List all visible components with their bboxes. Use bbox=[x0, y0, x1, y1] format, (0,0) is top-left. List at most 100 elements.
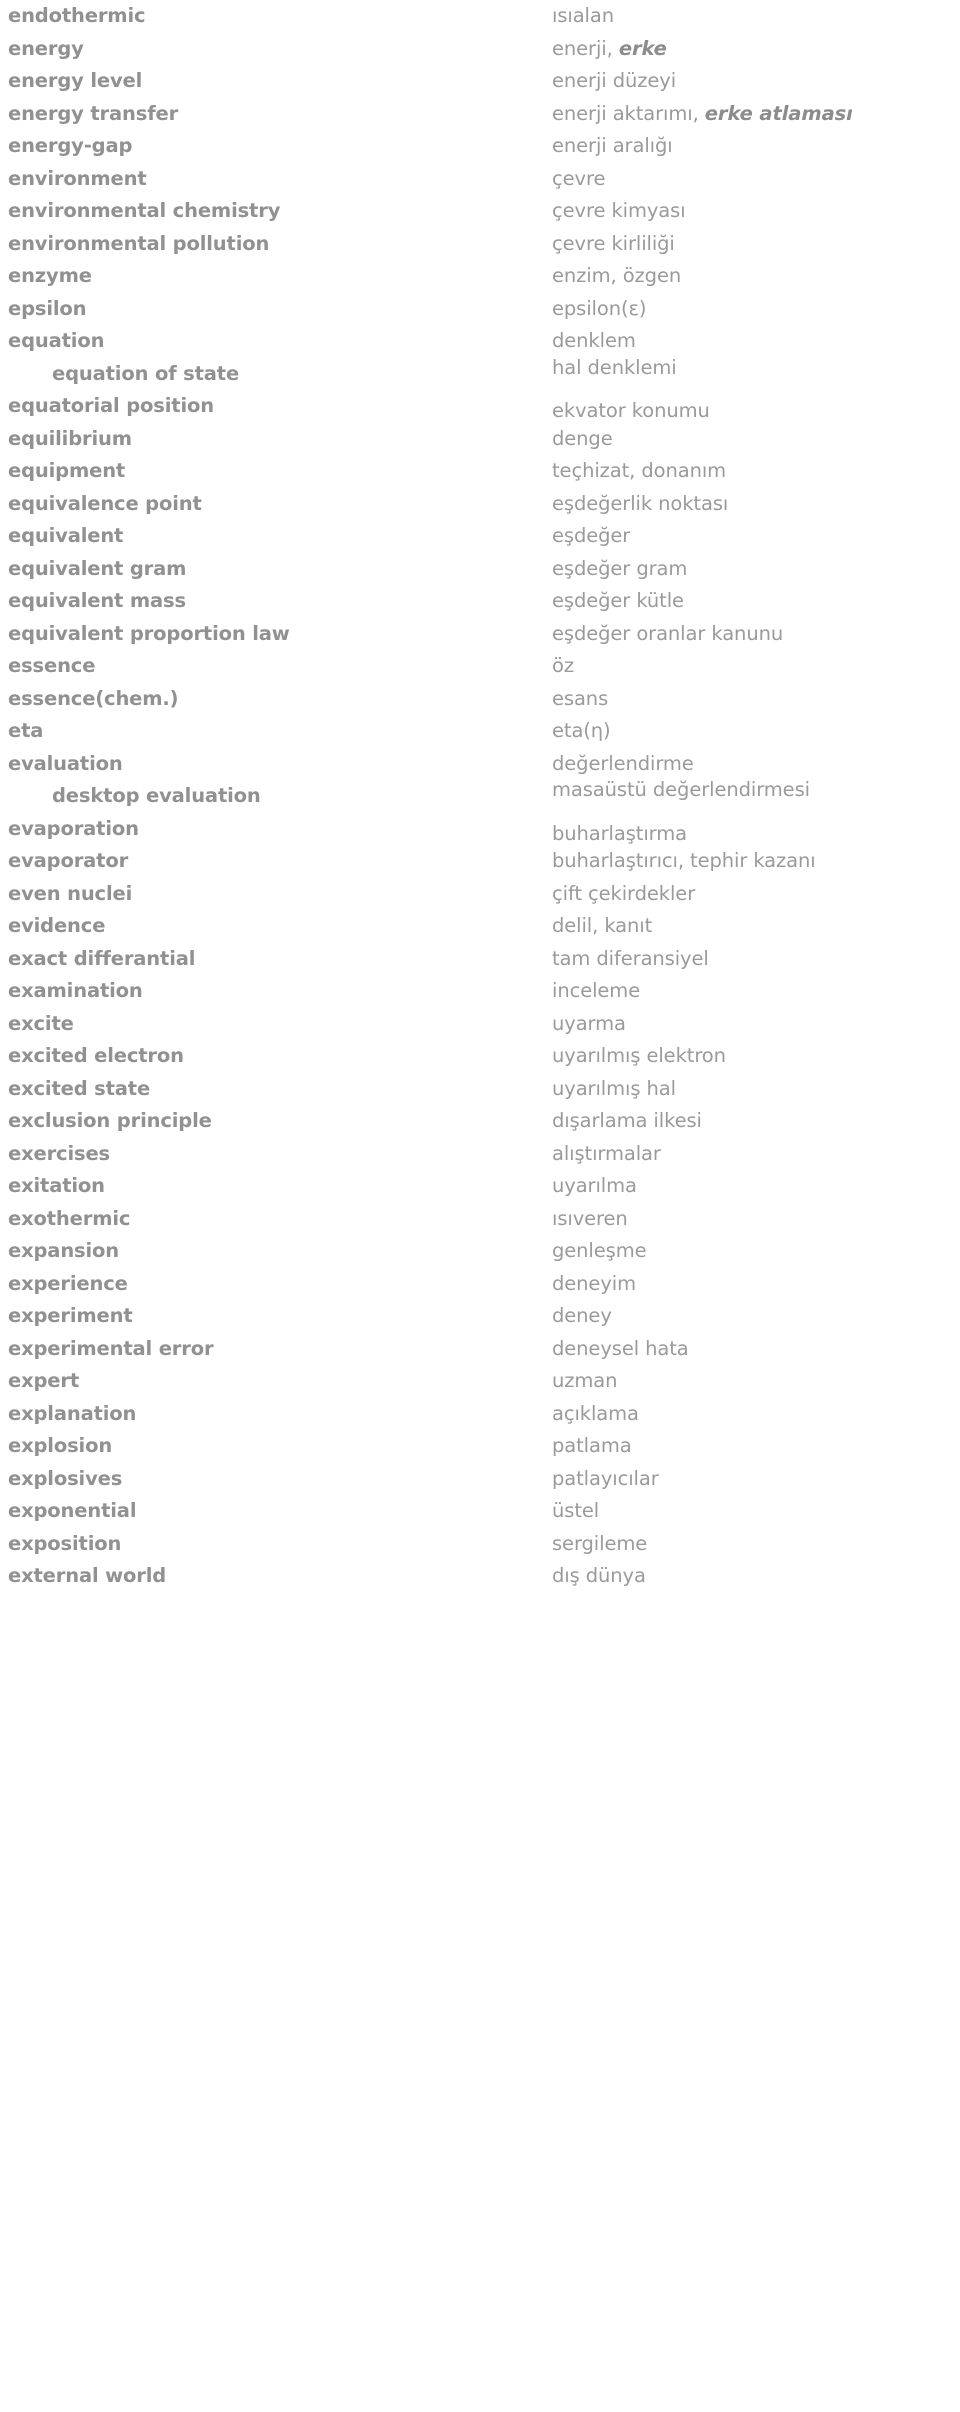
glossary-term-source: equivalent gram bbox=[8, 556, 187, 580]
glossary-row: expert uzman bbox=[0, 1365, 960, 1398]
glossary-term-source: experimental error bbox=[8, 1336, 214, 1360]
glossary-term-source: enzyme bbox=[8, 264, 92, 287]
glossary-term-target: dış dünya bbox=[552, 1564, 646, 1587]
glossary-term-target: öz bbox=[552, 654, 574, 677]
glossary-term-target: patlayıcılar bbox=[552, 1466, 659, 1490]
glossary-term-target: enerji, erke bbox=[552, 36, 667, 60]
glossary-term-source: epsilon bbox=[8, 296, 87, 320]
glossary-term-source: exponential bbox=[8, 1499, 137, 1522]
glossary-term-source: equivalent mass bbox=[8, 589, 186, 612]
glossary-row: endothermic ısıalan bbox=[0, 0, 960, 33]
glossary-term-target: uyarılmış elektron bbox=[552, 1044, 726, 1067]
glossary-row: exposition sergileme bbox=[0, 1528, 960, 1561]
glossary-list: endothermic ısıalan energy enerji, erke ener… bbox=[0, 0, 960, 2412]
glossary-term-source: explosion bbox=[8, 1434, 113, 1457]
glossary-term-target: açıklama bbox=[552, 1401, 639, 1425]
glossary-term-source: energy bbox=[8, 36, 84, 60]
glossary-row: equivalent mass eşdeğer kütle bbox=[0, 585, 960, 618]
glossary-term-source: evaporation bbox=[8, 816, 139, 840]
glossary-term-target: ısıalan bbox=[552, 4, 614, 27]
glossary-term-source: equation bbox=[8, 329, 105, 352]
glossary-term-target: eşdeğer kütle bbox=[552, 589, 684, 612]
glossary-term-target: çevre kimyası bbox=[552, 199, 686, 222]
glossary-term-target: teçhizat, donanım bbox=[552, 459, 727, 482]
glossary-term-target: enerji aralığı bbox=[552, 134, 673, 157]
glossary-term-target: denge bbox=[552, 426, 613, 450]
glossary-row: experimental error deneysel hata bbox=[0, 1333, 960, 1366]
glossary-row: desktop evaluation masaüstü değerlendirme… bbox=[0, 778, 960, 813]
glossary-term-source: equivalent proportion law bbox=[8, 621, 290, 645]
glossary-row: essence(chem.) esans bbox=[0, 683, 960, 716]
glossary-term-source: equilibrium bbox=[8, 426, 132, 450]
glossary-term-target: enzim, özgen bbox=[552, 264, 682, 287]
glossary-row: environmental pollution çevre kirliliği bbox=[0, 228, 960, 261]
glossary-term-source: exclusion principle bbox=[8, 1109, 212, 1132]
glossary-row: excited electron uyarılmış elektron bbox=[0, 1040, 960, 1073]
glossary-term-target: buharlaştırıcı, tephir kazanı bbox=[552, 849, 816, 872]
glossary-row: essence öz bbox=[0, 650, 960, 683]
glossary-term-target: inceleme bbox=[552, 979, 641, 1002]
glossary-term-source: excited electron bbox=[8, 1044, 184, 1067]
glossary-term-target: üstel bbox=[552, 1499, 600, 1522]
glossary-term-source: essence bbox=[8, 654, 96, 677]
glossary-term-target: çevre bbox=[552, 166, 606, 190]
glossary-term-target: delil, kanıt bbox=[552, 914, 653, 937]
glossary-term-source: environmental pollution bbox=[8, 231, 270, 255]
glossary-term-source: evaluation bbox=[8, 751, 123, 775]
glossary-row: experience deneyim bbox=[0, 1268, 960, 1301]
glossary-row: equivalent gram eşdeğer gram bbox=[0, 553, 960, 586]
glossary-term-target: enerji düzeyi bbox=[552, 69, 677, 92]
glossary-term-source: even nuclei bbox=[8, 881, 133, 905]
glossary-row: explanation açıklama bbox=[0, 1398, 960, 1431]
glossary-term-source: exitation bbox=[8, 1174, 105, 1197]
glossary-term-target: patlama bbox=[552, 1434, 632, 1457]
glossary-row: equipment teçhizat, donanım bbox=[0, 455, 960, 488]
glossary-term-source: excited state bbox=[8, 1076, 151, 1100]
glossary-term-source: equipment bbox=[8, 459, 126, 482]
glossary-term-source: endothermic bbox=[8, 4, 146, 27]
glossary-row: explosion patlama bbox=[0, 1430, 960, 1463]
glossary-term-target: enerji aktarımı, erke atlaması bbox=[552, 101, 853, 125]
glossary-row: exponential üstel bbox=[0, 1495, 960, 1528]
glossary-term-target: masaüstü değerlendirmesi bbox=[552, 778, 810, 801]
glossary-term-source: exact differantial bbox=[8, 946, 196, 970]
glossary-row: equivalence point eşdeğerlik noktası bbox=[0, 488, 960, 521]
glossary-row: environment çevre bbox=[0, 163, 960, 196]
glossary-term-source: examination bbox=[8, 979, 143, 1002]
glossary-term-target: deneyim bbox=[552, 1271, 636, 1295]
glossary-term-source: experiment bbox=[8, 1304, 133, 1327]
glossary-term-target: hal denklemi bbox=[552, 355, 677, 379]
glossary-term-source: equation of state bbox=[52, 361, 240, 385]
glossary-term-source: evaporator bbox=[8, 849, 129, 872]
glossary-row: equation denklem bbox=[0, 325, 960, 358]
glossary-row: equivalent proportion law eşdeğer oranlar… bbox=[0, 618, 960, 651]
glossary-term-source: evidence bbox=[8, 914, 106, 937]
glossary-term-source: expert bbox=[8, 1369, 80, 1392]
glossary-row: explosives patlayıcılar bbox=[0, 1463, 960, 1496]
glossary-row: epsilon epsilon(ε) bbox=[0, 293, 960, 326]
glossary-row: equation of state hal denklemi bbox=[0, 356, 960, 391]
glossary-term-target: çevre kirliliği bbox=[552, 231, 675, 255]
glossary-term-source: explosives bbox=[8, 1466, 123, 1490]
glossary-term-target: eta(η) bbox=[552, 719, 611, 742]
glossary-term-target: uyarılmış hal bbox=[552, 1076, 676, 1100]
glossary-term-source: exercises bbox=[8, 1141, 110, 1165]
glossary-row: energy level enerji düzeyi bbox=[0, 65, 960, 98]
glossary-row: evaporator buharlaştırıcı, tephir kazanı bbox=[0, 845, 960, 878]
glossary-term-target: uyarılma bbox=[552, 1174, 637, 1197]
glossary-row: exitation uyarılma bbox=[0, 1170, 960, 1203]
glossary-term-target: ısıveren bbox=[552, 1206, 628, 1230]
glossary-term-target: uzman bbox=[552, 1369, 618, 1392]
glossary-term-source: energy-gap bbox=[8, 134, 133, 157]
glossary-term-source: energy level bbox=[8, 69, 143, 92]
glossary-row: enzyme enzim, özgen bbox=[0, 260, 960, 293]
glossary-row: external world dış dünya bbox=[0, 1560, 960, 1593]
glossary-term-source: equivalent bbox=[8, 524, 124, 547]
glossary-term-target: eşdeğer bbox=[552, 524, 631, 547]
glossary-term-source: equatorial position bbox=[8, 394, 214, 417]
glossary-term-target: esans bbox=[552, 686, 609, 710]
glossary-row: excited state uyarılmış hal bbox=[0, 1073, 960, 1106]
glossary-term-target: eşdeğerlik noktası bbox=[552, 491, 729, 515]
glossary-term-source: desktop evaluation bbox=[52, 784, 261, 807]
glossary-term-source: environment bbox=[8, 166, 147, 190]
